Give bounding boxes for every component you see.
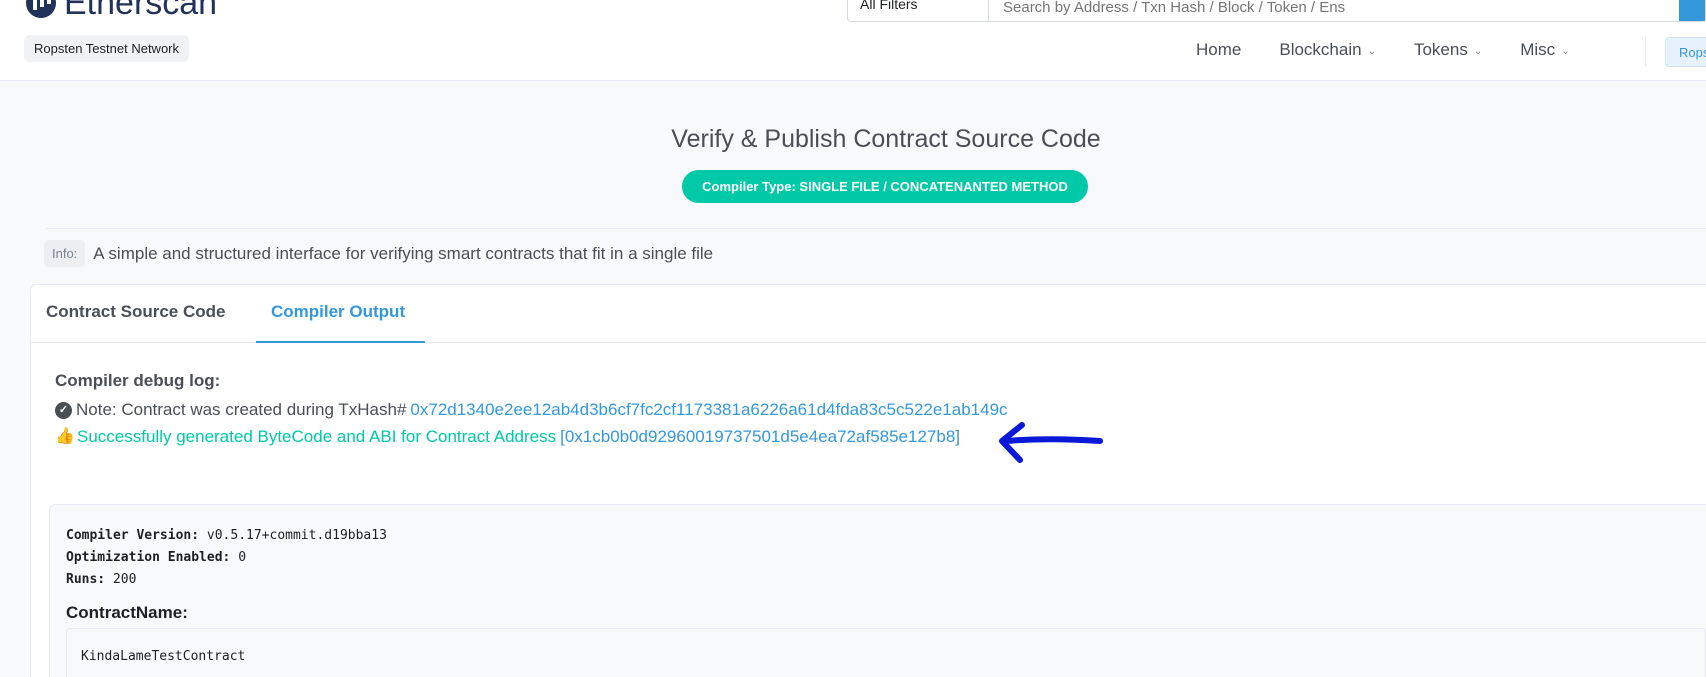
contract-name-field: KindaLameTestContract: [66, 628, 1706, 677]
thumbs-up-icon: 👍: [55, 428, 75, 445]
tab-compiler-output[interactable]: Compiler Output: [256, 285, 425, 343]
compiler-version-row: Compiler Version: v0.5.17+commit.d19bba1…: [66, 525, 387, 547]
optimization-row: Optimization Enabled: 0: [66, 547, 387, 569]
site-header: Etherscan Ropsten Testnet Network All Fi…: [0, 0, 1706, 81]
contract-address-link[interactable]: [0x1cb0b0d92960019737501d5e4ea72af585e12…: [560, 427, 960, 447]
success-text: Successfully generated ByteCode and ABI …: [77, 427, 557, 446]
info-row: Info: A simple and structured interface …: [44, 240, 713, 267]
annotation-arrow-icon: [999, 422, 1103, 463]
compiler-details-box: Compiler Version: v0.5.17+commit.d19bba1…: [49, 504, 1706, 677]
tab-contract-source-code-label: Contract Source Code: [46, 302, 226, 321]
nav-home-label: Home: [1196, 40, 1242, 59]
runs-label: Runs:: [66, 572, 106, 587]
nav-misc[interactable]: Misc ⌄: [1520, 40, 1569, 60]
runs-value: 200: [112, 572, 137, 587]
info-tag: Info:: [44, 240, 86, 267]
search-input[interactable]: [989, 0, 1679, 21]
chevron-down-icon: ⌄: [1473, 45, 1483, 57]
network-switch-button[interactable]: Ropsten: [1665, 37, 1706, 67]
search-filter-select[interactable]: All Filters: [848, 0, 989, 21]
tx-hash-link[interactable]: 0x72d1340e2ee12ab4d3b6cf7fc2cf1173381a62…: [410, 400, 1007, 420]
search-bar: All Filters: [847, 0, 1706, 22]
etherscan-logo-icon: [26, 0, 56, 18]
page-title: Verify & Publish Contract Source Code: [671, 125, 1101, 153]
tab-compiler-output-label: Compiler Output: [271, 302, 406, 321]
success-line: 👍 Successfully generated ByteCode and AB…: [55, 427, 960, 447]
check-circle-icon: ✓: [55, 401, 72, 419]
note-text: Note: Contract was created during TxHash…: [76, 400, 407, 419]
nav-blockchain-label: Blockchain: [1279, 40, 1362, 59]
network-badge: Ropsten Testnet Network: [24, 35, 189, 62]
contract-name-value: KindaLameTestContract: [81, 649, 246, 664]
verify-card: Contract Source Code Compiler Output Com…: [30, 284, 1706, 677]
compiler-details: Compiler Version: v0.5.17+commit.d19bba1…: [66, 525, 387, 591]
search-button[interactable]: [1679, 0, 1705, 21]
main-nav: Home Blockchain ⌄ Tokens ⌄ Misc ⌄: [1196, 40, 1608, 60]
tab-bar: Contract Source Code Compiler Output: [31, 285, 1706, 343]
nav-tokens[interactable]: Tokens ⌄: [1414, 40, 1482, 60]
nav-home[interactable]: Home: [1196, 40, 1241, 60]
chevron-down-icon: ⌄: [1367, 45, 1376, 57]
contract-name-label: ContractName:: [66, 603, 188, 622]
nav-divider: [1645, 36, 1646, 66]
divider: [46, 228, 1706, 229]
runs-row: Runs: 200: [66, 569, 387, 591]
info-text: A simple and structured interface for ve…: [93, 243, 714, 263]
optimization-value: 0: [238, 550, 247, 565]
compiler-version-label: Compiler Version:: [66, 528, 200, 543]
note-line: ✓ Note: Contract was created during TxHa…: [55, 400, 1008, 420]
chevron-down-icon: ⌄: [1561, 45, 1570, 57]
logo-text: Etherscan: [64, 0, 218, 22]
logo[interactable]: Etherscan: [26, 0, 217, 20]
nav-tokens-label: Tokens: [1413, 40, 1468, 59]
nav-blockchain[interactable]: Blockchain ⌄: [1279, 40, 1376, 60]
tab-contract-source-code[interactable]: Contract Source Code: [46, 285, 246, 343]
optimization-label: Optimization Enabled:: [66, 550, 231, 565]
nav-misc-label: Misc: [1520, 40, 1556, 59]
debug-log-title: Compiler debug log:: [55, 371, 221, 390]
compiler-version-value: v0.5.17+commit.d19bba13: [206, 528, 387, 543]
compiler-type-badge: Compiler Type: SINGLE FILE / CONCATENANT…: [682, 170, 1088, 203]
